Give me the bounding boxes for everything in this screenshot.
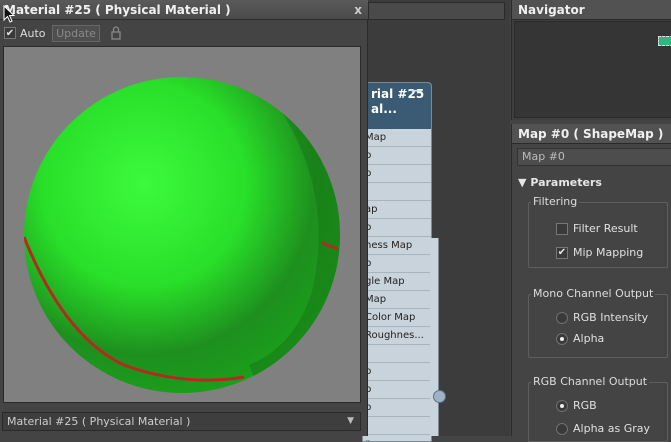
parameters-rollout[interactable]: ▼ Parameters — [518, 176, 602, 189]
rgb-channel-label: RGB Channel Output — [531, 375, 650, 388]
node-slot[interactable]: ness Map — [363, 237, 431, 255]
alpha-as-gray-option[interactable]: Alpha as Gray — [556, 422, 650, 435]
alpha-as-gray-radio[interactable] — [556, 422, 568, 435]
mip-mapping-option[interactable]: ✔ Mip Mapping — [556, 246, 643, 259]
auto-toggle[interactable]: ✔ Auto — [4, 25, 46, 41]
navigator-viewport-marker[interactable] — [658, 36, 671, 46]
node-slot[interactable]: p — [363, 165, 431, 183]
rgb-radio[interactable] — [556, 399, 568, 412]
filter-result-label: Filter Result — [573, 222, 638, 235]
node-slot[interactable]: p — [363, 147, 431, 165]
navigator-panel: Navigator — [511, 0, 671, 120]
material-node[interactable]: rial #25 al... — Map p p ap p ness Map p gle Ma… — [362, 82, 432, 442]
mip-mapping-checkbox[interactable]: ✔ — [556, 246, 568, 259]
mouse-cursor-icon — [3, 5, 15, 23]
node-slot[interactable]: p — [363, 255, 431, 273]
material-preview-window: Material #25 ( Physical Material ) x ✔ A… — [0, 0, 368, 436]
close-icon[interactable]: x — [354, 0, 362, 20]
filter-result-option[interactable]: Filter Result — [556, 222, 638, 235]
mono-channel-group: Mono Channel Output — [528, 287, 668, 358]
node-slot[interactable]: p — [363, 219, 431, 237]
material-node-header[interactable]: rial #25 al... — — [363, 83, 431, 129]
map-title: Map #0 ( ShapeMap ) — [512, 124, 671, 144]
node-slot[interactable] — [363, 183, 431, 201]
chevron-down-icon[interactable]: ▼ — [347, 413, 354, 430]
node-slot-list: Map p p ap p ness Map p gle Map Map Color Map Roug… — [363, 129, 431, 441]
editor-tab-bar — [368, 2, 505, 20]
navigator-view[interactable] — [514, 21, 671, 118]
material-select[interactable]: Material #25 ( Physical Material ) ▼ — [2, 412, 361, 431]
material-select-value: Material #25 ( Physical Material ) — [7, 415, 191, 428]
alpha-label: Alpha — [573, 332, 605, 345]
node-title-line2: al... — [371, 102, 397, 116]
preview-title: Material #25 ( Physical Material ) — [4, 3, 231, 17]
rgb-intensity-option[interactable]: RGB Intensity — [556, 311, 648, 324]
node-slot[interactable]: Color Map — [363, 309, 431, 327]
node-slot[interactable]: p — [363, 399, 431, 417]
alpha-option[interactable]: Alpha — [556, 332, 604, 345]
node-slot[interactable]: p — [363, 363, 431, 381]
minimize-icon[interactable]: — — [411, 83, 423, 98]
rgb-intensity-label: RGB Intensity — [573, 311, 649, 324]
material-preview-viewport[interactable] — [3, 46, 361, 403]
node-slot[interactable]: Roughnes... — [363, 327, 431, 345]
node-slot[interactable] — [363, 417, 431, 435]
node-right-edge — [430, 238, 439, 436]
rgb-intensity-radio[interactable] — [556, 311, 568, 324]
rgb-option[interactable]: RGB — [556, 399, 597, 412]
lock-icon[interactable] — [110, 26, 122, 40]
node-slot[interactable]: Map — [363, 291, 431, 309]
node-slot[interactable]: ap — [363, 201, 431, 219]
alpha-radio[interactable] — [556, 332, 568, 345]
map-name-field[interactable]: Map #0 — [517, 148, 671, 166]
node-slot[interactable]: p — [363, 381, 431, 399]
update-button[interactable]: Update — [52, 25, 100, 42]
output-socket-icon[interactable] — [433, 390, 446, 403]
mip-mapping-label: Mip Mapping — [573, 246, 644, 259]
rgb-label: RGB — [573, 399, 597, 412]
parameters-label: Parameters — [530, 176, 602, 189]
map-parameters-panel: Map #0 ( ShapeMap ) Map #0 ▼ Parameters … — [511, 124, 671, 442]
rollout-arrow-icon: ▼ — [518, 176, 527, 189]
alpha-as-gray-label: Alpha as Gray — [573, 422, 651, 435]
node-slot[interactable]: p — [363, 435, 431, 441]
filtering-label: Filtering — [531, 195, 580, 208]
material-sphere — [24, 77, 340, 393]
preview-title-bar[interactable]: Material #25 ( Physical Material ) x — [0, 0, 368, 20]
navigator-title: Navigator — [512, 0, 671, 20]
node-slot[interactable]: Map — [363, 129, 431, 147]
auto-checkbox[interactable]: ✔ — [4, 27, 16, 39]
filter-result-checkbox[interactable] — [556, 222, 568, 235]
mono-channel-label: Mono Channel Output — [531, 287, 656, 300]
node-slot[interactable]: gle Map — [363, 273, 431, 291]
auto-label: Auto — [20, 26, 46, 40]
node-slot[interactable] — [363, 345, 431, 363]
